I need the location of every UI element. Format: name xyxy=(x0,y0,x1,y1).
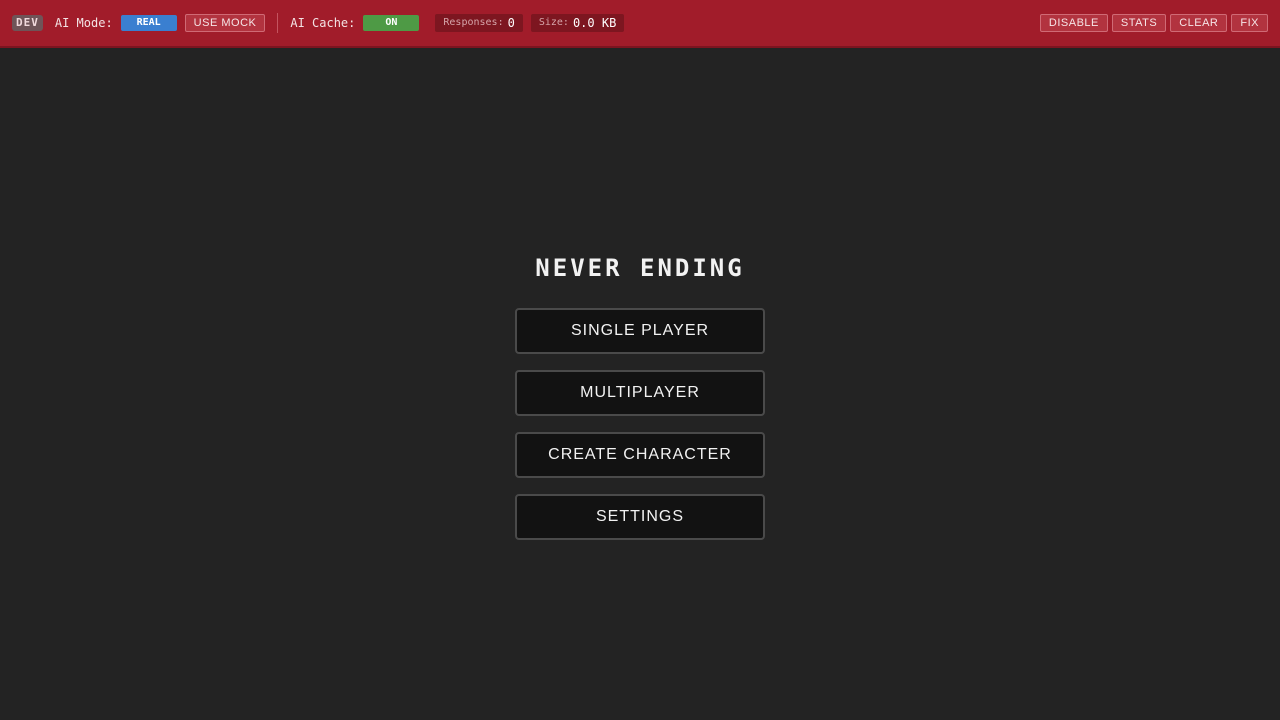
dev-badge: DEV xyxy=(12,15,43,31)
ai-mode-label: AI Mode: xyxy=(54,16,113,30)
stats-button[interactable]: STATS xyxy=(1111,14,1167,32)
main-menu: NEVER ENDING SINGLE PLAYER MULTIPLAYER C… xyxy=(515,250,765,556)
fix-button[interactable]: FIX xyxy=(1231,14,1268,32)
ai-mode-indicator: REAL xyxy=(120,15,177,31)
ai-cache-label: AI Cache: xyxy=(290,16,356,30)
responses-value: 0 xyxy=(507,16,515,30)
settings-button[interactable]: SETTINGS xyxy=(515,494,765,540)
multiplayer-button[interactable]: MULTIPLAYER xyxy=(515,370,765,416)
disable-button[interactable]: DISABLE xyxy=(1039,14,1108,32)
ai-cache-toggle[interactable]: ON xyxy=(363,15,420,31)
size-stat: Size: 0.0 KB xyxy=(530,14,625,32)
cache-actions: DISABLE STATS CLEAR FIX xyxy=(1039,14,1268,32)
clear-button[interactable]: CLEAR xyxy=(1170,14,1228,32)
size-label: Size: xyxy=(538,17,569,28)
game-title: NEVER ENDING xyxy=(535,254,745,282)
single-player-button[interactable]: SINGLE PLAYER xyxy=(515,308,765,354)
create-character-button[interactable]: CREATE CHARACTER xyxy=(515,432,765,478)
dev-toolbar: DEV AI Mode: REAL USE MOCK AI Cache: ON … xyxy=(0,0,1280,48)
toolbar-divider xyxy=(277,13,279,33)
size-value: 0.0 KB xyxy=(572,16,617,30)
use-mock-button[interactable]: USE MOCK xyxy=(184,14,266,32)
responses-stat: Responses: 0 xyxy=(435,14,523,32)
responses-label: Responses: xyxy=(443,17,504,28)
